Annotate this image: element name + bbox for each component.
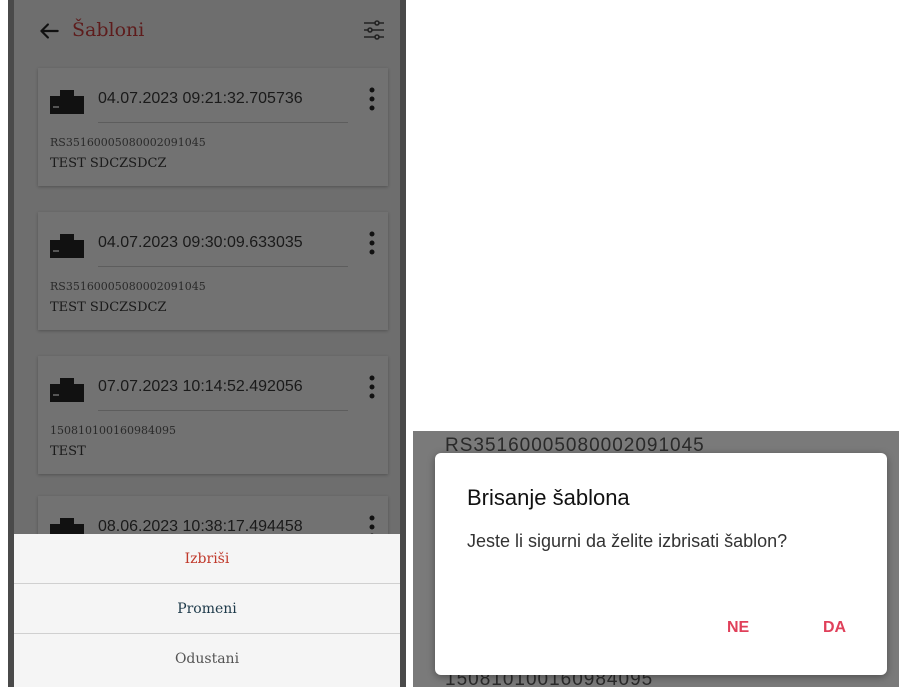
dialog-message: Jeste li sigurni da želite izbrisati šab…	[467, 531, 788, 551]
confirm-dialog: Brisanje šablona Jeste li sigurni da žel…	[435, 453, 887, 675]
page-title: Šabloni	[72, 19, 145, 41]
template-card[interactable]: 04.07.2023 09:30:09.633035 RS35160005080…	[38, 212, 388, 330]
delete-button[interactable]: Izbriši	[14, 534, 400, 584]
divider	[98, 410, 348, 411]
more-vert-icon[interactable]	[368, 230, 376, 256]
more-vert-icon[interactable]	[368, 86, 376, 112]
no-button[interactable]: NE	[727, 619, 749, 637]
app-bar: Šabloni	[14, 0, 400, 70]
action-sheet: Izbriši Promeni Odustani	[14, 534, 400, 687]
template-account: 150810100160984095	[50, 424, 176, 437]
payment-terminal-icon	[50, 90, 84, 114]
template-name: TEST SDCZSDCZ	[50, 300, 167, 315]
dialog-title: Brisanje šablona	[467, 485, 630, 510]
template-name: TEST SDCZSDCZ	[50, 156, 167, 171]
phone-right: RS35160005080002091045 15081010016098409…	[413, 431, 899, 687]
more-vert-icon[interactable]	[368, 374, 376, 400]
template-name: TEST	[50, 444, 86, 459]
template-account: RS35160005080002091045	[50, 136, 206, 149]
back-arrow-icon[interactable]	[36, 18, 62, 44]
change-button[interactable]: Promeni	[14, 584, 400, 634]
template-account: RS35160005080002091045	[50, 280, 206, 293]
template-card[interactable]: 07.07.2023 10:14:52.492056 1508101001609…	[38, 356, 388, 474]
cancel-button[interactable]: Odustani	[14, 634, 400, 684]
divider	[98, 266, 348, 267]
template-card[interactable]: 04.07.2023 09:21:32.705736 RS35160005080…	[38, 68, 388, 186]
phone-left: Šabloni 04.07.2023 09:21:32.705736 RS351…	[8, 0, 406, 687]
divider	[98, 122, 348, 123]
template-date: 07.07.2023 10:14:52.492056	[98, 378, 303, 395]
template-date: 04.07.2023 09:30:09.633035	[98, 234, 303, 251]
yes-button[interactable]: DA	[823, 619, 846, 637]
template-date: 04.07.2023 09:21:32.705736	[98, 90, 303, 107]
payment-terminal-icon	[50, 234, 84, 258]
templates-screen: Šabloni 04.07.2023 09:21:32.705736 RS351…	[14, 0, 400, 687]
filter-icon[interactable]	[362, 18, 386, 42]
payment-terminal-icon	[50, 378, 84, 402]
